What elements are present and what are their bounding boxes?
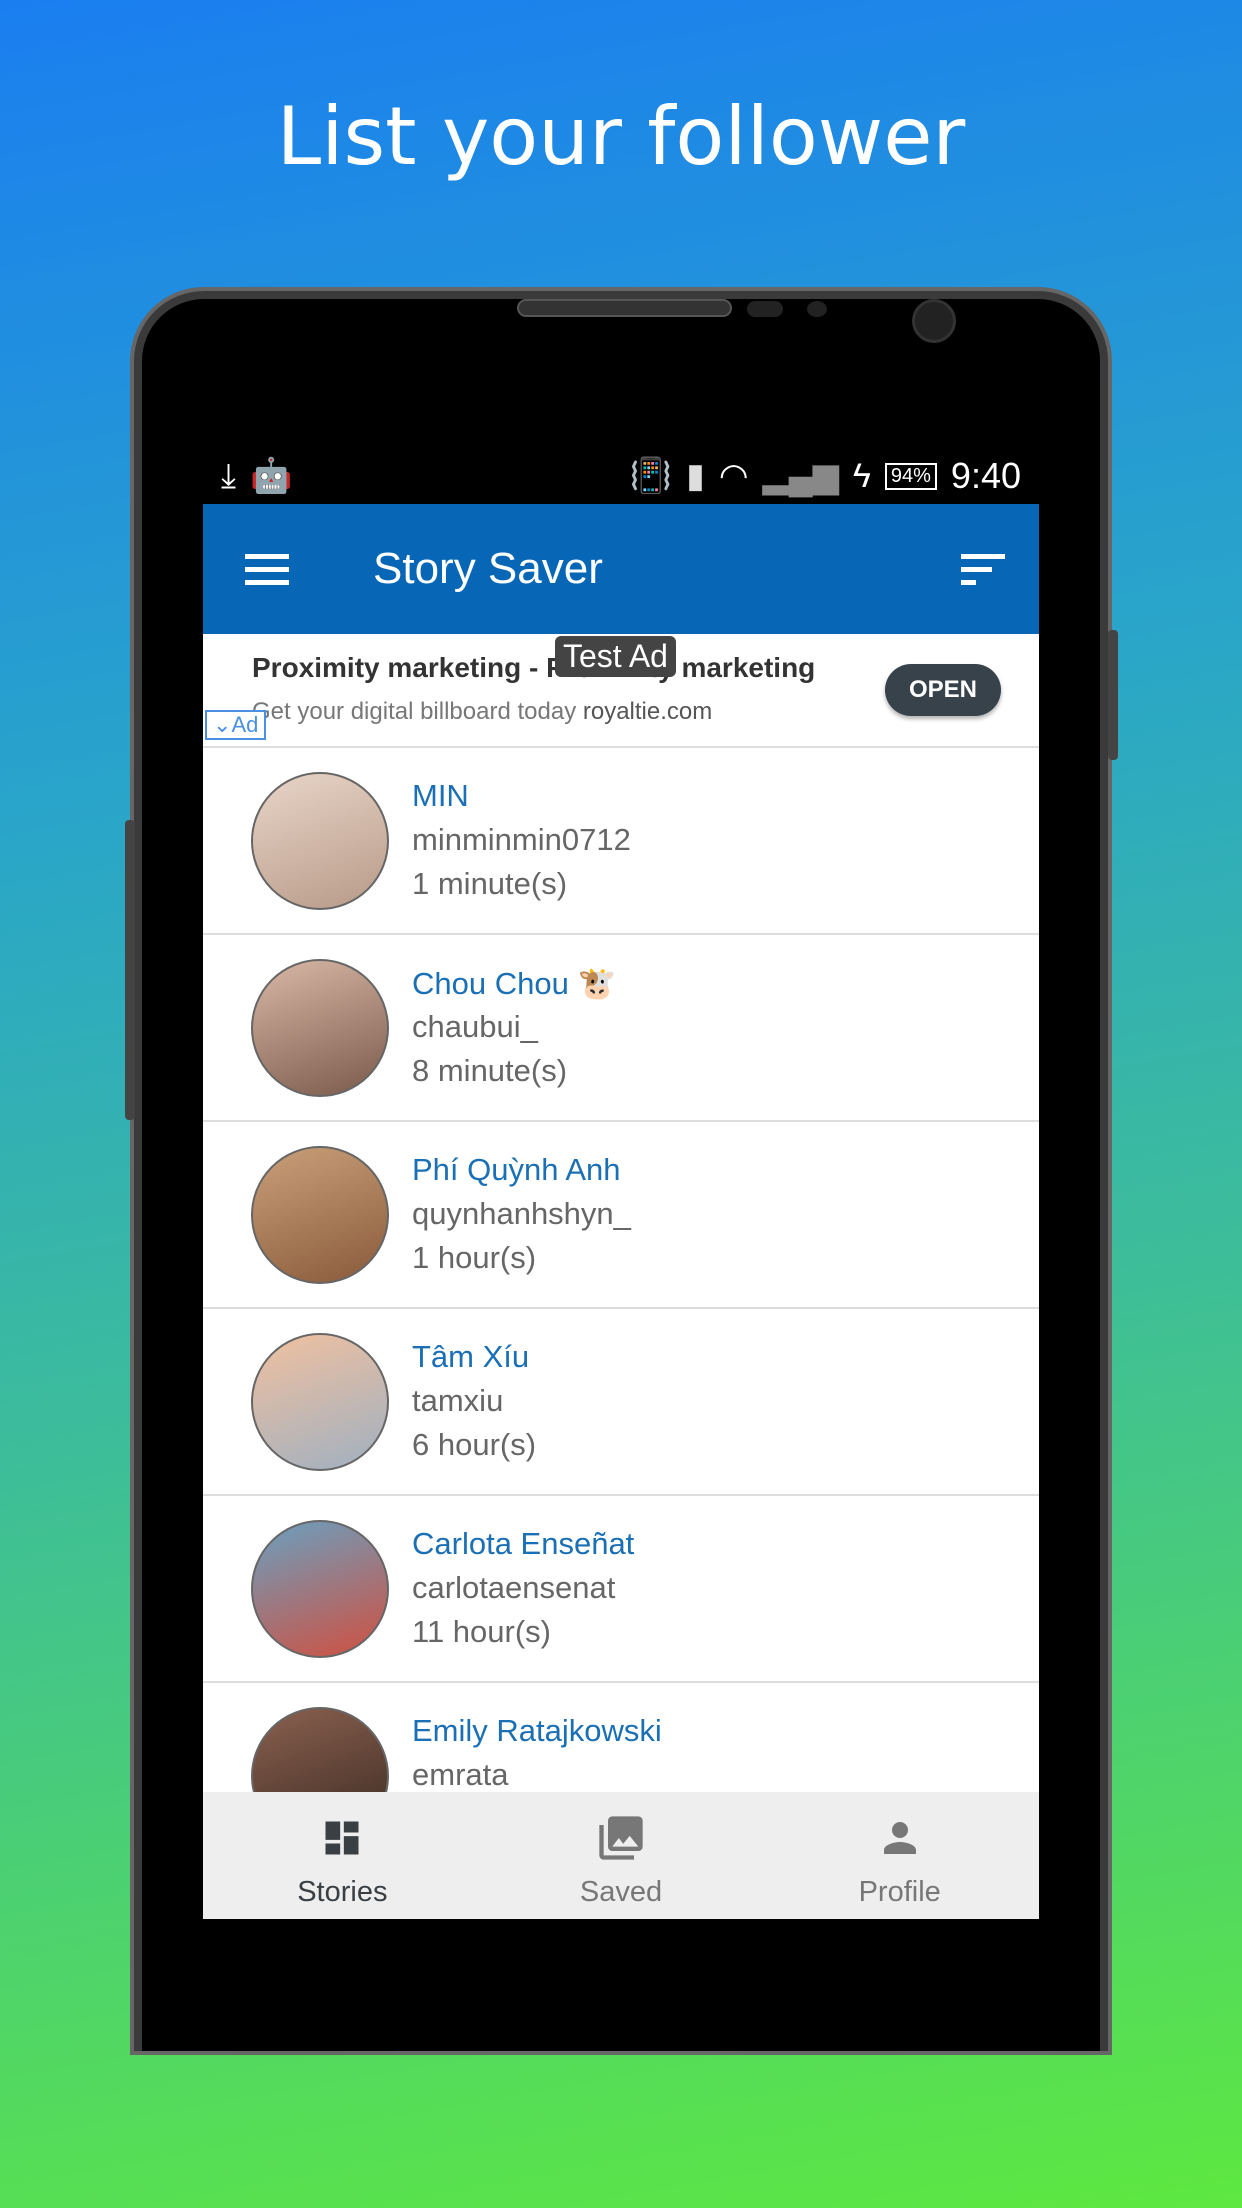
- clock: 9:40: [950, 455, 1021, 496]
- power-button: [1108, 630, 1118, 760]
- follower-time: 1 minute(s): [412, 866, 568, 901]
- follower-row[interactable]: Carlota Enseñat carlotaensenat 11 hour(s…: [203, 1496, 1039, 1683]
- ad-choices-badge[interactable]: ⌄Ad: [205, 710, 267, 740]
- nav-label: Saved: [579, 1876, 663, 1908]
- avatar: [251, 959, 389, 1097]
- follower-name: Emily Ratajkowski: [412, 1713, 662, 1748]
- person-icon: [760, 1812, 1039, 1864]
- follower-time: 8 minute(s): [412, 1053, 568, 1088]
- ad-open-button[interactable]: OPEN: [884, 664, 1001, 716]
- follower-name: Tâm Xíu: [412, 1339, 530, 1374]
- sim-icon: ▮: [686, 457, 705, 495]
- follower-row[interactable]: Chou Chou 🐮 chaubui_ 8 minute(s): [203, 935, 1039, 1122]
- headline: List your follower: [276, 90, 966, 183]
- avatar: [251, 772, 389, 910]
- signal-icon: ▂▄▆: [762, 457, 839, 495]
- sort-icon[interactable]: [961, 546, 1005, 593]
- avatar: [251, 1146, 389, 1284]
- app-title: Story Saver: [373, 544, 603, 593]
- wifi-icon: ◠: [718, 457, 749, 495]
- follower-username: chaubui_: [412, 1009, 538, 1044]
- follower-username: quynhanhshyn_: [412, 1196, 631, 1231]
- app-screen: ⤓ 🤖 📳 ▮ ◠ ▂▄▆ ϟ 94% 9:40 Story Saver Pro…: [203, 448, 1039, 1919]
- follower-username: carlotaensenat: [412, 1570, 616, 1605]
- android-icon: 🤖: [250, 457, 293, 495]
- nav-label: Stories: [297, 1876, 388, 1908]
- nav-stories[interactable]: Stories: [203, 1792, 482, 1919]
- follower-time: 11 hour(s): [412, 1614, 551, 1649]
- follower-list: MIN minminmin0712 1 minute(s) Chou Chou …: [203, 748, 1039, 1870]
- follower-name: Carlota Enseñat: [412, 1526, 635, 1561]
- follower-time: 6 hour(s): [412, 1427, 537, 1462]
- follower-username: tamxiu: [412, 1383, 504, 1418]
- ad-subtitle: Get your digital billboard today royalti…: [252, 698, 713, 725]
- nav-profile[interactable]: Profile: [760, 1792, 1039, 1919]
- sensor: [747, 301, 783, 317]
- volume-button: [125, 820, 135, 1120]
- avatar: [251, 1333, 389, 1471]
- battery-indicator: 94%: [884, 462, 937, 490]
- avatar: [251, 1520, 389, 1658]
- follower-row[interactable]: MIN minminmin0712 1 minute(s): [203, 748, 1039, 935]
- menu-icon[interactable]: [245, 546, 289, 593]
- ad-title: Proximity marketing - Proximity marketin…: [252, 652, 816, 683]
- follower-username: minminmin0712: [412, 822, 631, 857]
- download-icon: ⤓: [221, 456, 237, 495]
- bottom-nav: Stories Saved Profile: [203, 1792, 1039, 1919]
- dashboard-icon: [203, 1812, 482, 1864]
- front-camera: [912, 299, 956, 343]
- photo-library-icon: [482, 1812, 761, 1864]
- app-bar: Story Saver: [203, 504, 1039, 634]
- test-ad-label: Test Ad: [555, 636, 676, 677]
- nav-saved[interactable]: Saved: [482, 1792, 761, 1919]
- charging-icon: ϟ: [852, 456, 871, 495]
- status-bar: ⤓ 🤖 📳 ▮ ◠ ▂▄▆ ϟ 94% 9:40: [203, 448, 1039, 504]
- follower-name: MIN: [412, 778, 469, 813]
- ad-banner[interactable]: Proximity marketing - Proximity marketin…: [203, 634, 1039, 748]
- follower-name: Phí Quỳnh Anh: [412, 1152, 621, 1187]
- sensor: [807, 301, 827, 317]
- follower-time: 1 hour(s): [412, 1240, 537, 1275]
- nav-label: Profile: [858, 1876, 941, 1908]
- speaker: [517, 299, 732, 317]
- follower-username: emrata: [412, 1757, 509, 1792]
- vibrate-icon: 📳: [629, 457, 673, 495]
- follower-row[interactable]: Tâm Xíu tamxiu 6 hour(s): [203, 1309, 1039, 1496]
- follower-name: Chou Chou 🐮: [412, 966, 617, 1001]
- follower-row[interactable]: Phí Quỳnh Anh quynhanhshyn_ 1 hour(s): [203, 1122, 1039, 1309]
